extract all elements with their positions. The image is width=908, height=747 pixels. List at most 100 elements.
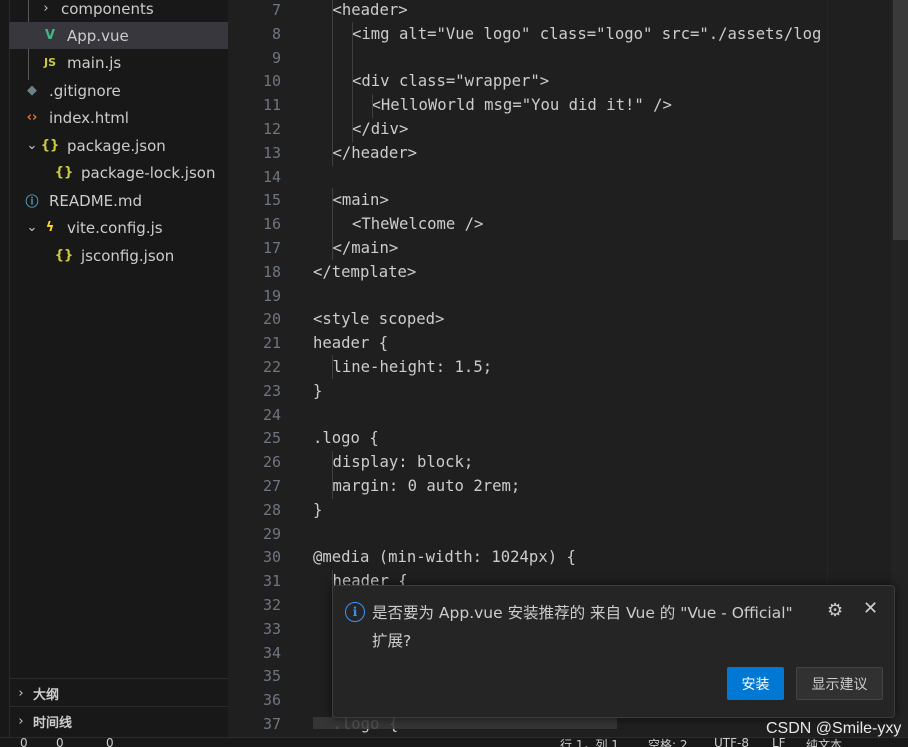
json-file-icon: {} xyxy=(40,138,60,153)
tree-item-gitignore[interactable]: ◆ .gitignore xyxy=(9,77,228,104)
line-number: 29 xyxy=(262,524,281,543)
line-number: 14 xyxy=(262,167,281,186)
json-file-icon: {} xyxy=(54,248,74,263)
code-line: <main> xyxy=(332,191,389,210)
line-number: 10 xyxy=(262,72,281,91)
tree-item-label: vite.config.js xyxy=(67,218,163,237)
code-line: .logo { xyxy=(313,429,379,448)
json-file-icon: {} xyxy=(54,165,74,180)
indent-guide xyxy=(352,22,353,142)
line-number: 23 xyxy=(262,381,281,400)
line-number-gutter: 7 8 9 10 11 12 13 14 15 16 17 18 19 20 21 22 23 24 25 26 27 2… xyxy=(229,0,281,746)
line-number: 20 xyxy=(262,310,281,329)
code-line: } xyxy=(313,500,323,519)
line-number: 22 xyxy=(262,358,281,376)
gear-icon[interactable]: ⚙ xyxy=(827,600,843,621)
tree-item-vite-config[interactable]: ⌄ ϟ vite.config.js xyxy=(9,214,228,241)
chevron-down-icon: ⌄ xyxy=(26,138,38,153)
tree-item-label: README.md xyxy=(49,191,143,210)
indent-guide xyxy=(332,0,333,166)
chevron-right-icon: › xyxy=(18,685,24,701)
close-icon[interactable]: ✕ xyxy=(863,598,878,619)
extension-recommendation-notification: i 是否要为 App.vue 安装推荐的 来自 Vue 的 "Vue - Off… xyxy=(332,585,895,718)
tree-item-app-vue[interactable]: V App.vue xyxy=(9,22,228,49)
line-number: 33 xyxy=(262,619,281,638)
line-number: 12 xyxy=(262,120,281,138)
tree-item-package-lock-json[interactable]: {} package-lock.json xyxy=(9,159,228,186)
outline-section-header[interactable]: › 大纲 xyxy=(9,678,228,707)
tree-item-main-js[interactable]: JS main.js xyxy=(9,49,228,76)
tree-item-label: .gitignore xyxy=(49,81,121,100)
code-line: <style scoped> xyxy=(313,310,445,329)
tree-item-package-json[interactable]: ⌄ {} package.json xyxy=(9,132,228,159)
chevron-down-icon: ⌄ xyxy=(26,220,38,235)
code-line: line-height: 1.5; xyxy=(332,358,493,376)
tree-item-components[interactable]: › components xyxy=(9,0,228,22)
tree-item-index-html[interactable]: ‹› index.html xyxy=(9,104,228,131)
code-line: </main> xyxy=(332,239,399,257)
tree-item-label: App.vue xyxy=(67,26,129,45)
git-file-icon: ◆ xyxy=(27,83,37,98)
info-file-icon: ⓘ xyxy=(25,195,39,210)
line-number: 25 xyxy=(262,429,281,448)
install-button[interactable]: 安装 xyxy=(727,667,784,700)
explorer-sidebar: › components V App.vue JS main.js ◆ .git… xyxy=(0,0,228,746)
line-number: 17 xyxy=(262,239,281,257)
code-line: <TheWelcome /> xyxy=(352,215,484,234)
show-suggestions-button[interactable]: 显示建议 xyxy=(796,667,883,700)
line-number: 7 xyxy=(271,1,281,19)
vue-file-icon: V xyxy=(44,28,56,43)
tree-item-label: jsconfig.json xyxy=(81,246,175,265)
line-number: 9 xyxy=(271,48,281,67)
tree-item-label: index.html xyxy=(49,108,129,127)
chevron-right-icon: › xyxy=(43,1,49,16)
line-number: 13 xyxy=(262,143,281,162)
line-number: 32 xyxy=(262,596,281,614)
js-file-icon: JS xyxy=(43,56,56,69)
line-number: 26 xyxy=(262,453,281,472)
code-line: <header> xyxy=(332,1,408,19)
watermark-text: CSDN @Smile-yxy xyxy=(766,720,902,737)
code-line: </template> xyxy=(313,262,417,281)
chevron-right-icon: › xyxy=(18,713,24,729)
code-line: display: block; xyxy=(332,453,474,472)
timeline-section-label: 时间线 xyxy=(33,715,73,731)
tree-item-jsconfig[interactable]: {} jsconfig.json xyxy=(9,242,228,269)
tree-item-label: package.json xyxy=(67,136,166,155)
line-number: 34 xyxy=(262,643,281,662)
code-line: margin: 0 auto 2rem; xyxy=(332,477,521,495)
tree-item-readme[interactable]: ⓘ README.md xyxy=(9,187,228,214)
line-number: 36 xyxy=(262,691,281,710)
indent-guide xyxy=(372,94,373,118)
line-number: 21 xyxy=(262,334,281,353)
info-icon: i xyxy=(345,602,365,622)
vertical-scrollbar-thumb[interactable] xyxy=(893,0,908,240)
indent-guide xyxy=(332,188,333,260)
line-number: 11 xyxy=(262,96,281,115)
line-number: 27 xyxy=(262,477,281,495)
line-number: 35 xyxy=(262,667,281,686)
code-line: </header> xyxy=(332,143,418,162)
timeline-section-header[interactable]: › 时间线 xyxy=(9,706,228,735)
line-number: 24 xyxy=(262,405,281,424)
indent-guide xyxy=(332,355,333,379)
indent-guide xyxy=(332,451,333,499)
line-number: 37 xyxy=(262,715,281,733)
tree-item-label: main.js xyxy=(67,53,122,72)
line-number: 30 xyxy=(262,548,281,567)
line-number: 16 xyxy=(262,215,281,234)
tree-item-label: package-lock.json xyxy=(81,163,216,182)
code-line: </div> xyxy=(352,120,409,138)
vite-file-icon: ϟ xyxy=(45,220,55,235)
horizontal-scrollbar-thumb[interactable] xyxy=(313,717,617,729)
outline-section-label: 大纲 xyxy=(33,687,60,703)
line-number: 18 xyxy=(262,262,281,281)
line-number: 8 xyxy=(271,24,281,43)
html-file-icon: ‹› xyxy=(26,110,38,125)
line-number: 19 xyxy=(262,286,281,305)
line-number: 15 xyxy=(262,191,281,210)
tree-item-label: components xyxy=(61,0,154,18)
code-line: <div class="wrapper"> xyxy=(352,72,550,91)
code-line: } xyxy=(313,381,323,400)
code-line: @media (min-width: 1024px) { xyxy=(313,548,576,567)
